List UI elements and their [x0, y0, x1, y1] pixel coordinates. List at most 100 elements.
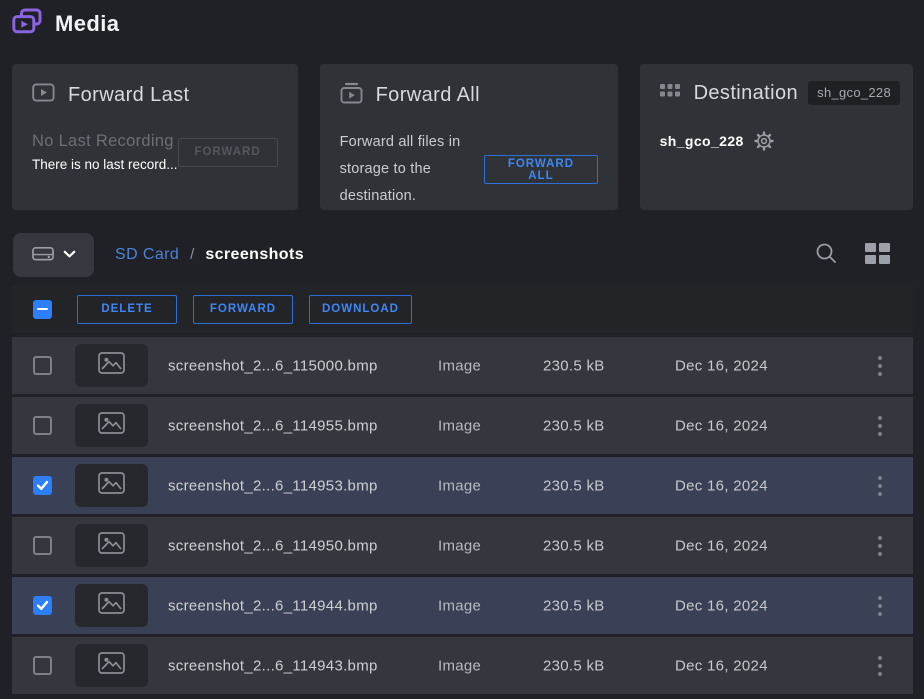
file-thumbnail — [75, 404, 148, 447]
media-screen: Media Forward Last No Last Recording The… — [0, 0, 924, 699]
forward-all-title: Forward All — [376, 84, 480, 107]
app-header: Media — [0, 0, 924, 48]
kebab-menu-icon — [878, 416, 882, 420]
file-date: Dec 16, 2024 — [675, 417, 768, 434]
row-menu-button[interactable] — [872, 590, 888, 622]
file-date: Dec 16, 2024 — [675, 357, 768, 374]
kebab-menu-icon — [878, 536, 882, 540]
forward-selected-button[interactable]: FORWARD — [193, 295, 293, 324]
row-menu-button[interactable] — [872, 350, 888, 382]
select-all-checkbox[interactable] — [33, 300, 52, 319]
file-size: 230.5 kB — [543, 477, 605, 494]
table-row[interactable]: screenshot_2...6_114944.bmp Image 230.5 … — [12, 577, 913, 634]
archive-play-icon — [340, 82, 363, 109]
breadcrumb-current: screenshots — [205, 246, 304, 264]
kebab-menu-icon — [878, 356, 882, 360]
image-placeholder-icon — [98, 352, 125, 379]
file-thumbnail — [75, 344, 148, 387]
image-placeholder-icon — [98, 592, 125, 619]
file-date: Dec 16, 2024 — [675, 477, 768, 494]
kebab-menu-icon — [878, 656, 882, 660]
image-placeholder-icon — [98, 412, 125, 439]
row-checkbox[interactable] — [33, 536, 52, 555]
file-date: Dec 16, 2024 — [675, 537, 768, 554]
file-type: Image — [438, 657, 481, 674]
destination-title: Destination — [694, 82, 798, 105]
forward-last-info: No Last Recording There is no last recor… — [32, 132, 178, 172]
row-menu-button[interactable] — [872, 650, 888, 682]
row-menu-button[interactable] — [872, 410, 888, 442]
row-checkbox[interactable] — [33, 656, 52, 675]
file-thumbnail — [75, 464, 148, 507]
forward-last-head: Forward Last — [32, 82, 278, 108]
chevron-down-icon — [63, 247, 76, 262]
table-row[interactable]: screenshot_2...6_114955.bmp Image 230.5 … — [12, 397, 913, 454]
grid-view-icon — [865, 243, 890, 267]
file-name: screenshot_2...6_114950.bmp — [168, 537, 378, 554]
table-row[interactable]: screenshot_2...6_114953.bmp Image 230.5 … — [12, 457, 913, 514]
forward-all-card: Forward All Forward all files in storage… — [320, 64, 618, 210]
row-checkbox[interactable] — [33, 416, 52, 435]
row-checkbox[interactable] — [33, 476, 52, 495]
destination-badge: sh_gco_228 — [808, 81, 900, 105]
download-button[interactable]: DOWNLOAD — [309, 295, 412, 324]
row-menu-button[interactable] — [872, 530, 888, 562]
table-row[interactable]: screenshot_2...6_114943.bmp Image 230.5 … — [12, 637, 913, 694]
file-size: 230.5 kB — [543, 417, 605, 434]
file-name: screenshot_2...6_114955.bmp — [168, 417, 378, 434]
file-thumbnail — [75, 584, 148, 627]
image-placeholder-icon — [98, 652, 125, 679]
grid-view-button[interactable] — [865, 243, 890, 267]
row-menu-button[interactable] — [872, 470, 888, 502]
breadcrumb: SD Card / screenshots — [115, 246, 304, 264]
forward-all-desc: Forward all files in storage to the dest… — [340, 129, 485, 210]
forward-button[interactable]: FORWARD — [178, 138, 278, 167]
forward-all-button[interactable]: FORWARD ALL — [484, 155, 597, 184]
forward-last-title: Forward Last — [68, 84, 190, 107]
file-name: screenshot_2...6_114953.bmp — [168, 477, 378, 494]
row-checkbox[interactable] — [33, 596, 52, 615]
storage-icon — [32, 244, 54, 265]
table-row[interactable]: screenshot_2...6_115000.bmp Image 230.5 … — [12, 337, 913, 394]
file-type: Image — [438, 417, 481, 434]
file-thumbnail — [75, 524, 148, 567]
gear-icon[interactable] — [754, 131, 774, 151]
file-thumbnail — [75, 644, 148, 687]
file-name: screenshot_2...6_114944.bmp — [168, 597, 378, 614]
breadcrumb-root-link[interactable]: SD Card — [115, 246, 179, 264]
no-last-recording-desc: There is no last record... — [32, 157, 178, 172]
forward-last-card: Forward Last No Last Recording There is … — [12, 64, 298, 210]
file-type: Image — [438, 597, 481, 614]
row-checkbox[interactable] — [33, 356, 52, 375]
table-row[interactable]: screenshot_2...6_114950.bmp Image 230.5 … — [12, 517, 913, 574]
destination-name: sh_gco_228 — [660, 133, 744, 149]
indeterminate-mark — [37, 308, 48, 311]
file-type: Image — [438, 357, 481, 374]
no-last-recording-status: No Last Recording — [32, 132, 178, 151]
image-placeholder-icon — [98, 532, 125, 559]
file-date: Dec 16, 2024 — [675, 597, 768, 614]
browse-toolbar: SD Card / screenshots — [13, 232, 913, 277]
search-icon — [815, 242, 838, 268]
page-title: Media — [55, 11, 119, 37]
delete-button[interactable]: DELETE — [77, 295, 177, 324]
file-size: 230.5 kB — [543, 357, 605, 374]
file-size: 230.5 kB — [543, 657, 605, 674]
summary-cards: Forward Last No Last Recording There is … — [12, 64, 913, 210]
destination-card: Destination sh_gco_228 sh_gco_228 — [640, 64, 913, 210]
file-table: screenshot_2...6_115000.bmp Image 230.5 … — [12, 337, 913, 697]
file-size: 230.5 kB — [543, 597, 605, 614]
storage-selector-button[interactable] — [13, 233, 94, 277]
search-button[interactable] — [815, 242, 838, 268]
selection-bar: DELETE FORWARD DOWNLOAD — [12, 285, 913, 333]
play-box-icon — [32, 82, 55, 108]
forward-all-head: Forward All — [340, 82, 598, 109]
breadcrumb-separator: / — [190, 246, 194, 263]
image-placeholder-icon — [98, 472, 125, 499]
file-name: screenshot_2...6_114943.bmp — [168, 657, 378, 674]
media-icon — [12, 8, 42, 40]
kebab-menu-icon — [878, 596, 882, 600]
file-size: 230.5 kB — [543, 537, 605, 554]
file-name: screenshot_2...6_115000.bmp — [168, 357, 378, 374]
grid-dots-icon — [660, 84, 681, 103]
